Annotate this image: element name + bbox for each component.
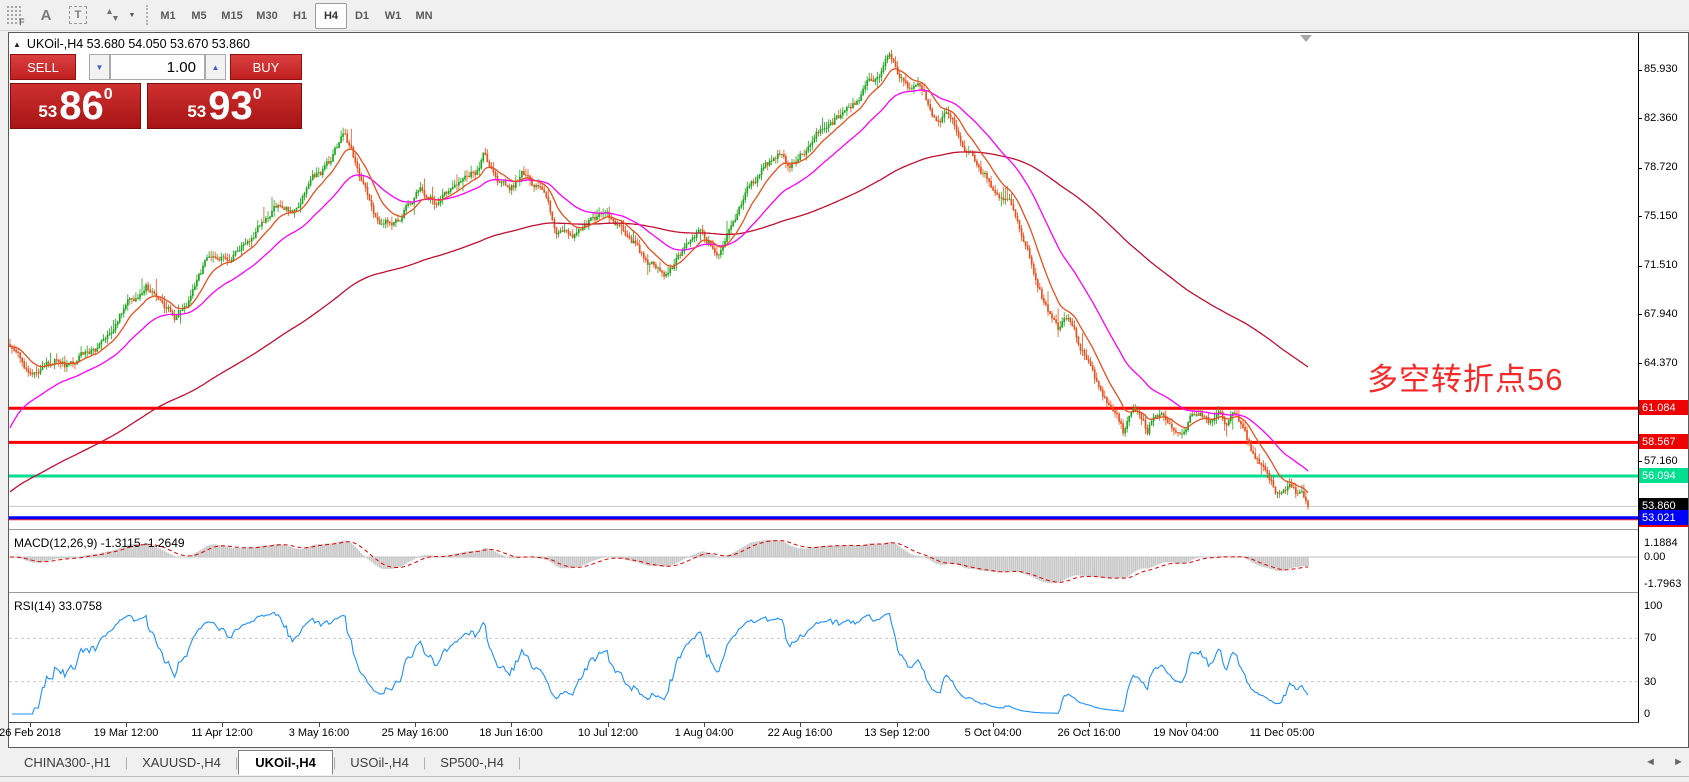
price-tick-label: 85.930	[1644, 63, 1688, 75]
sell-price-big: 86	[59, 87, 104, 125]
buy-price-panel[interactable]: 53 93 0	[147, 83, 302, 129]
text-tool-icon[interactable]: T	[66, 3, 90, 27]
buy-price-sup: 0	[253, 86, 262, 104]
arrows-tool-icon[interactable]	[100, 3, 126, 27]
buy-price-small: 53	[187, 102, 206, 122]
chart-header: ▲ UKOil-,H4 53.680 54.050 53.670 53.860	[13, 37, 250, 51]
time-tick-label: 18 Jun 16:00	[463, 727, 559, 739]
price-tick-label: 71.510	[1644, 259, 1688, 271]
buy-button[interactable]: BUY	[230, 54, 302, 80]
buy-price-big: 93	[208, 87, 253, 125]
time-tick-label: 11 Apr 12:00	[174, 727, 270, 739]
chart-tab-sp500h4[interactable]: SP500-,H4	[426, 751, 518, 774]
collapse-quote-icon[interactable]: ▲	[13, 40, 21, 49]
time-tick-label: 13 Sep 12:00	[849, 727, 945, 739]
time-tick-label: 26 Feb 2018	[0, 727, 78, 739]
tab-separator: |	[518, 755, 521, 770]
time-tick-label: 10 Jul 12:00	[560, 727, 656, 739]
price-axis-line	[1638, 33, 1639, 722]
price-line-label: 58.567	[1639, 434, 1688, 449]
volume-increase-button[interactable]: ▲	[205, 54, 226, 80]
time-tick-label: 19 Nov 04:00	[1138, 727, 1234, 739]
time-tick-label: 1 Aug 04:00	[656, 727, 752, 739]
price-line-label: 53.021	[1639, 510, 1688, 525]
tab-scroll-left-icon[interactable]: ◄	[1645, 756, 1656, 768]
chart-annotation-text[interactable]: 多空转折点56	[1367, 354, 1563, 399]
price-tick-label: 57.160	[1644, 455, 1688, 467]
sell-price-small: 53	[38, 102, 57, 122]
timeframe-button-m30[interactable]: M30	[249, 3, 285, 29]
chart-tab-bar: CHINA300-,H1|XAUUSD-,H4|UKOil-,H4|USOil-…	[0, 748, 1689, 777]
rsi-scale-label: 0	[1644, 708, 1650, 720]
macd-scale-label: 1.1884	[1644, 537, 1678, 549]
fibonacci-lines-icon[interactable]: F	[4, 3, 28, 27]
timeframe-button-h4[interactable]: H4	[315, 3, 347, 29]
time-tick-label: 22 Aug 16:00	[752, 727, 848, 739]
timeframe-button-w1[interactable]: W1	[377, 3, 409, 29]
toolbar-grip[interactable]	[146, 5, 151, 25]
timeframe-button-m15[interactable]: M15	[214, 3, 250, 29]
timeframe-button-mn[interactable]: MN	[408, 3, 440, 29]
timeframe-button-d1[interactable]: D1	[346, 3, 378, 29]
one-click-trading-panel: SELL ▼ ▲ BUY 53 86 0 53 93 0	[10, 54, 300, 129]
time-axis-line	[9, 722, 1639, 723]
chart-tab-china300h1[interactable]: CHINA300-,H1	[10, 751, 125, 774]
price-tick-label: 78.720	[1644, 161, 1688, 173]
price-tick-label: 67.940	[1644, 308, 1688, 320]
timeframe-button-m5[interactable]: M5	[183, 3, 215, 29]
macd-label: MACD(12,26,9) -1.3115 -1.2649	[14, 536, 185, 550]
symbol-ohlc-text: UKOil-,H4 53.680 54.050 53.670 53.860	[27, 37, 250, 51]
price-tick-label: 75.150	[1644, 210, 1688, 222]
time-tick-label: 3 May 16:00	[271, 727, 367, 739]
time-tick-label: 19 Mar 12:00	[78, 727, 174, 739]
text-label-icon[interactable]: A	[34, 3, 58, 27]
chart-tab-usoilh4[interactable]: USOil-,H4	[336, 751, 423, 774]
price-line-label: 61.084	[1639, 400, 1688, 415]
price-tick-label: 82.360	[1644, 112, 1688, 124]
volume-input[interactable]	[110, 54, 205, 80]
chart-tab-xauusdh4[interactable]: XAUUSD-,H4	[128, 751, 235, 774]
timeframe-button-m1[interactable]: M1	[152, 3, 184, 29]
time-tick-label: 11 Dec 05:00	[1234, 727, 1330, 739]
trading-terminal-window: F A T ▼ M1M5M15M30H1H4D1W1MN ▲ UKOil-,H4…	[0, 0, 1689, 782]
volume-decrease-button[interactable]: ▼	[89, 54, 110, 80]
time-tick-label: 5 Oct 04:00	[945, 727, 1041, 739]
dropdown-caret-icon[interactable]: ▼	[126, 3, 138, 27]
top-toolbar: F A T ▼ M1M5M15M30H1H4D1W1MN	[0, 0, 1689, 31]
rsi-scale-label: 30	[1644, 676, 1656, 688]
sell-button[interactable]: SELL	[10, 54, 76, 80]
tab-scroll-right-icon[interactable]: ►	[1673, 756, 1684, 768]
rsi-scale-label: 100	[1644, 600, 1662, 612]
macd-scale-label: 0.00	[1644, 551, 1665, 563]
rsi-pane-canvas[interactable]	[9, 595, 1638, 722]
sell-price-panel[interactable]: 53 86 0	[10, 83, 141, 129]
svg-text:F: F	[19, 17, 25, 25]
time-tick-label: 26 Oct 16:00	[1041, 727, 1137, 739]
rsi-label: RSI(14) 33.0758	[14, 599, 102, 613]
price-line-label: 56.094	[1639, 468, 1688, 483]
pane-divider-rsi[interactable]	[9, 592, 1638, 594]
chart-tab-ukoilh4[interactable]: UKOil-,H4	[238, 750, 333, 775]
timeframe-button-h1[interactable]: H1	[284, 3, 316, 29]
time-tick-label: 25 May 16:00	[367, 727, 463, 739]
price-tick-label: 64.370	[1644, 357, 1688, 369]
pane-divider-macd[interactable]	[9, 529, 1638, 531]
sell-price-sup: 0	[104, 86, 113, 104]
rsi-scale-label: 70	[1644, 632, 1656, 644]
macd-scale-label: -1.7963	[1644, 578, 1681, 590]
chart-shift-marker[interactable]	[1300, 35, 1312, 42]
macd-pane-canvas[interactable]	[9, 532, 1638, 592]
